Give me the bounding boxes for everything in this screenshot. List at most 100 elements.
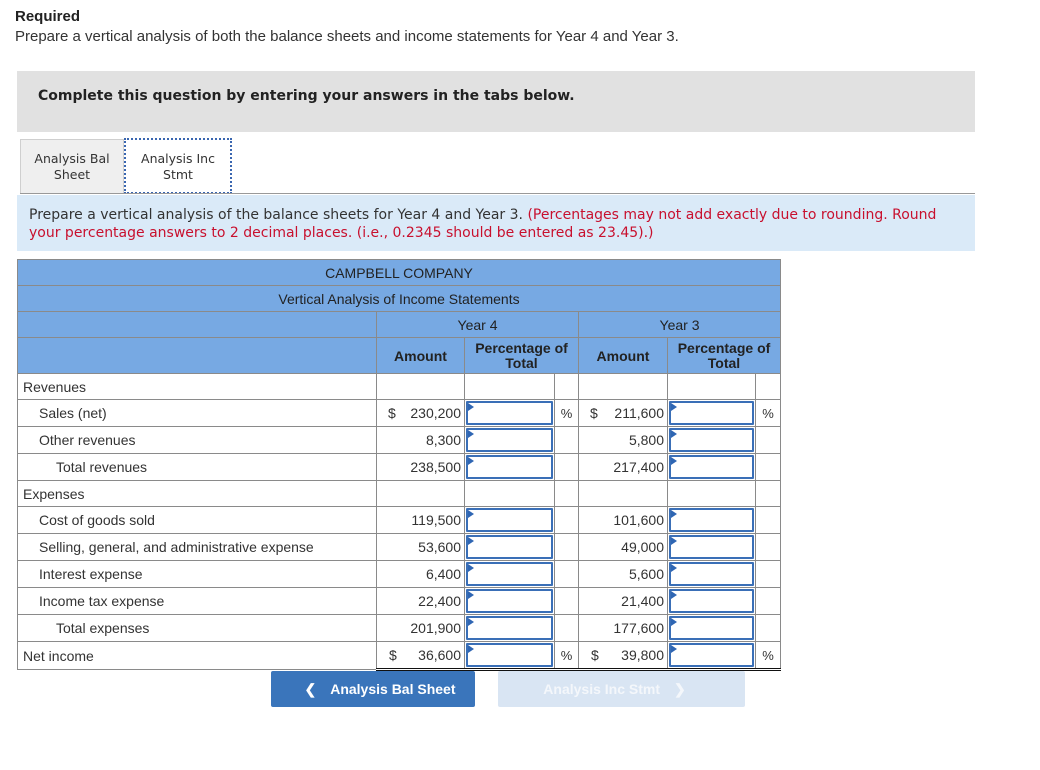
y4-amount: 119,500	[376, 506, 465, 534]
table-row: Total expenses 201,900 177,600	[17, 614, 781, 642]
y3-percentage-input[interactable]	[669, 589, 754, 613]
y3-amount: 21,400	[578, 587, 668, 615]
y4-percentage-input[interactable]	[466, 562, 553, 586]
pct-input-wrapper	[466, 643, 553, 667]
amount-value: 230,200	[410, 405, 461, 421]
y3-percentage-input[interactable]	[669, 401, 754, 425]
y3-pct-cell	[667, 426, 756, 454]
y4-percentage-input[interactable]	[466, 616, 553, 640]
y4-percentage-input[interactable]	[466, 455, 553, 479]
percent-symbol	[554, 587, 579, 615]
tab-analysis-bal-sheet[interactable]: Analysis Bal Sheet	[20, 139, 124, 193]
tab-analysis-inc-stmt[interactable]: Analysis Inc Stmt	[124, 138, 232, 194]
tab-divider	[20, 193, 975, 194]
y4-pct-cell	[464, 453, 555, 481]
row-label: Total revenues	[17, 453, 377, 481]
row-label: Net income	[17, 641, 377, 670]
percent-symbol	[554, 426, 579, 454]
question-instructions: Prepare a vertical analysis of the balan…	[17, 195, 975, 251]
pct-input-wrapper	[669, 562, 754, 586]
pct-input-wrapper	[669, 643, 754, 667]
pct-input-wrapper	[466, 401, 553, 425]
header-blank	[17, 337, 377, 374]
section-label-revenues: Revenues	[17, 373, 377, 400]
percent-symbol	[755, 560, 781, 588]
amount-value: 177,600	[613, 620, 664, 636]
percent-symbol: %	[554, 399, 579, 427]
row-label: Interest expense	[17, 560, 377, 588]
y3-pct-cell	[667, 453, 756, 481]
row-label: Sales (net)	[17, 399, 377, 427]
percent-symbol	[554, 453, 579, 481]
y4-percentage-input[interactable]	[466, 535, 553, 559]
amount-value: 21,400	[621, 593, 664, 609]
amount-value: 53,600	[418, 539, 461, 555]
chevron-left-icon: ❮	[304, 681, 317, 697]
y4-pct-cell	[464, 533, 555, 561]
y3-amount: 217,400	[578, 453, 668, 481]
pct-input-wrapper	[669, 535, 754, 559]
income-statement-table: CAMPBELL COMPANY Vertical Analysis of In…	[17, 259, 781, 671]
y4-amount-header: Amount	[376, 337, 465, 374]
pct-input-wrapper	[466, 535, 553, 559]
chevron-right-icon: ❯	[673, 681, 686, 697]
y3-amount: 49,000	[578, 533, 668, 561]
y3-pct-cell	[667, 587, 756, 615]
currency-symbol: $	[591, 647, 599, 663]
y3-percentage-input[interactable]	[669, 428, 754, 452]
y4-amount: 238,500	[376, 453, 465, 481]
year3-header: Year 3	[578, 311, 781, 338]
instruction-banner: Complete this question by entering your …	[17, 71, 975, 132]
percent-symbol	[554, 533, 579, 561]
amount-value: 39,800	[621, 647, 664, 663]
percent-symbol	[755, 587, 781, 615]
pct-header-line2: Total	[707, 354, 741, 371]
pct-input-wrapper	[466, 428, 553, 452]
y3-percentage-input[interactable]	[669, 643, 754, 667]
next-tab-button[interactable]: Analysis Inc Stmt ❯	[498, 671, 745, 707]
y4-percentage-input[interactable]	[466, 643, 553, 667]
y4-amount: $230,200	[376, 399, 465, 427]
y4-pct-cell	[464, 641, 555, 671]
prev-tab-label: Analysis Bal Sheet	[330, 681, 456, 697]
required-title: Required	[15, 8, 81, 25]
company-name: CAMPBELL COMPANY	[17, 259, 781, 286]
row-label: Income tax expense	[17, 587, 377, 615]
y3-percentage-input[interactable]	[669, 562, 754, 586]
percent-symbol	[755, 426, 781, 454]
y3-percentage-input[interactable]	[669, 616, 754, 640]
y3-amount-header: Amount	[578, 337, 668, 374]
y4-percentage-input[interactable]	[466, 401, 553, 425]
row-label: Cost of goods sold	[17, 506, 377, 534]
pct-input-wrapper	[466, 508, 553, 532]
pct-input-wrapper	[669, 455, 754, 479]
pct-header-line1: Percentage of	[677, 339, 771, 356]
y3-pct-cell	[667, 560, 756, 588]
y4-percentage-input[interactable]	[466, 428, 553, 452]
prev-tab-button[interactable]: ❮ Analysis Bal Sheet	[271, 671, 475, 707]
y4-pct-cell	[464, 587, 555, 615]
percent-symbol	[755, 533, 781, 561]
y4-percentage-input[interactable]	[466, 508, 553, 532]
y3-percentage-input[interactable]	[669, 455, 754, 479]
pct-input-wrapper	[669, 616, 754, 640]
pct-input-wrapper	[466, 589, 553, 613]
y3-percentage-input[interactable]	[669, 535, 754, 559]
pct-input-wrapper	[466, 455, 553, 479]
table-row: Interest expense 6,400 5,600	[17, 560, 781, 588]
section-row: Expenses	[17, 480, 781, 507]
tab-label-line2: Stmt	[163, 167, 193, 182]
next-tab-label: Analysis Inc Stmt	[543, 681, 660, 697]
y4-pct-cell	[464, 614, 555, 642]
amount-value: 22,400	[418, 593, 461, 609]
y4-percentage-input[interactable]	[466, 589, 553, 613]
amount-value: 119,500	[411, 512, 461, 528]
y3-percentage-input[interactable]	[669, 508, 754, 532]
y3-pct-cell	[667, 399, 756, 427]
y4-pct-header: Percentage of Total	[464, 337, 579, 374]
pct-input-wrapper	[669, 589, 754, 613]
y4-pct-cell	[464, 560, 555, 588]
percent-symbol	[554, 506, 579, 534]
y3-pct-cell	[667, 506, 756, 534]
percent-symbol: %	[554, 641, 579, 671]
